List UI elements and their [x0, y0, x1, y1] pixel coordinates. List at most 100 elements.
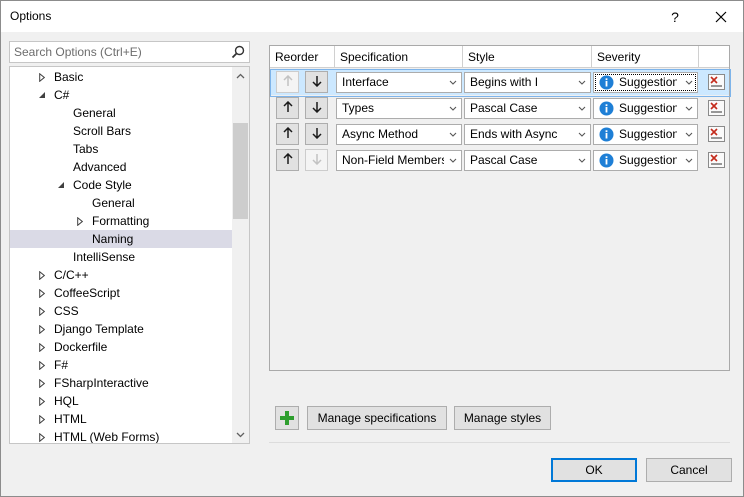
- cancel-button[interactable]: Cancel: [646, 458, 732, 482]
- delete-rule-icon[interactable]: [708, 100, 725, 116]
- move-up-button[interactable]: [276, 149, 299, 171]
- style-select[interactable]: Pascal Case: [464, 98, 591, 119]
- tree-item[interactable]: Code Style: [10, 176, 232, 194]
- move-up-button[interactable]: [276, 71, 299, 93]
- tree-item[interactable]: CSS: [10, 302, 232, 320]
- tree-scrollbar[interactable]: [232, 67, 249, 443]
- severity-select[interactable]: Suggestion: [593, 98, 698, 119]
- column-header-reorder: Reorder: [270, 46, 335, 68]
- table-row[interactable]: Interface Begins with I Suggestion: [270, 69, 731, 97]
- style-select[interactable]: Pascal Case: [464, 150, 591, 171]
- info-icon: [599, 101, 614, 116]
- tree-item[interactable]: HTML: [10, 410, 232, 428]
- expand-arrow-icon[interactable]: [36, 410, 48, 428]
- close-button[interactable]: [699, 1, 743, 32]
- style-select[interactable]: Begins with I: [464, 72, 591, 93]
- delete-rule-icon[interactable]: [708, 152, 725, 168]
- tree-item[interactable]: CoffeeScript: [10, 284, 232, 302]
- tree-item-label: Tabs: [73, 142, 99, 156]
- expand-arrow-icon[interactable]: [74, 212, 86, 230]
- specification-select[interactable]: Non-Field Members: [336, 150, 462, 171]
- collapse-arrow-icon[interactable]: [55, 176, 67, 194]
- tree-item[interactable]: Basic: [10, 68, 232, 86]
- help-button[interactable]: ?: [653, 1, 697, 32]
- tree-item[interactable]: HQL: [10, 392, 232, 410]
- style-value: Begins with I: [470, 75, 539, 89]
- tree-item[interactable]: C#: [10, 86, 232, 104]
- specification-select[interactable]: Interface: [336, 72, 462, 93]
- tree-item[interactable]: Tabs: [10, 140, 232, 158]
- collapse-arrow-icon[interactable]: [36, 86, 48, 104]
- tree-item-label: HTML: [54, 412, 87, 426]
- tree-item-label: IntelliSense: [73, 250, 136, 264]
- tree-item[interactable]: F#: [10, 356, 232, 374]
- expand-arrow-icon[interactable]: [36, 302, 48, 320]
- tree-item[interactable]: C/C++: [10, 266, 232, 284]
- scroll-down-button[interactable]: [232, 426, 249, 443]
- tree-item-label: Naming: [92, 232, 134, 246]
- table-row[interactable]: Async Method Ends with Async Suggestion: [270, 121, 729, 147]
- column-header-specification: Specification: [335, 46, 463, 68]
- manage-specifications-button[interactable]: Manage specifications: [307, 406, 447, 430]
- severity-select[interactable]: Suggestion: [593, 72, 698, 93]
- chevron-down-icon: [684, 99, 693, 118]
- footer-divider: [269, 442, 730, 443]
- ok-button[interactable]: OK: [551, 458, 637, 482]
- tree-item[interactable]: Django Template: [10, 320, 232, 338]
- tree-item[interactable]: Naming: [10, 230, 232, 248]
- tree-item[interactable]: Dockerfile: [10, 338, 232, 356]
- expand-arrow-icon[interactable]: [36, 320, 48, 338]
- arrow-up-icon: [282, 126, 293, 142]
- specification-select[interactable]: Types: [336, 98, 462, 119]
- move-down-button[interactable]: [305, 97, 328, 119]
- tree-item-label: CSS: [54, 304, 79, 318]
- tree-item[interactable]: IntelliSense: [10, 248, 232, 266]
- move-down-button[interactable]: [305, 123, 328, 145]
- expand-arrow-icon[interactable]: [36, 428, 48, 443]
- scroll-up-button[interactable]: [232, 67, 249, 84]
- scroll-thumb[interactable]: [233, 123, 248, 219]
- manage-styles-button[interactable]: Manage styles: [454, 406, 551, 430]
- chevron-down-icon: [684, 151, 693, 170]
- tree-item[interactable]: Scroll Bars: [10, 122, 232, 140]
- delete-rule-icon[interactable]: [708, 74, 725, 90]
- tree-item-label: Code Style: [73, 178, 132, 192]
- expand-arrow-icon[interactable]: [36, 374, 48, 392]
- tree-item[interactable]: Formatting: [10, 212, 232, 230]
- move-up-button[interactable]: [276, 97, 299, 119]
- delete-rule-icon[interactable]: [708, 126, 725, 142]
- tree-item-label: General: [92, 196, 135, 210]
- table-row[interactable]: Types Pascal Case Suggestion: [270, 95, 729, 121]
- expand-arrow-icon[interactable]: [36, 392, 48, 410]
- specification-value: Non-Field Members: [342, 153, 444, 167]
- tree-item[interactable]: General: [10, 194, 232, 212]
- search-icon[interactable]: [231, 45, 245, 59]
- severity-select[interactable]: Suggestion: [593, 124, 698, 145]
- table-row[interactable]: Non-Field Members Pascal Case Suggestion: [270, 147, 729, 173]
- expand-arrow-icon[interactable]: [36, 68, 48, 86]
- search-input[interactable]: [10, 42, 230, 62]
- specification-select[interactable]: Async Method: [336, 124, 462, 145]
- plus-icon: [280, 411, 294, 425]
- chevron-down-icon: [577, 151, 586, 170]
- style-value: Pascal Case: [470, 101, 538, 115]
- severity-value: Suggestion: [619, 153, 677, 167]
- move-up-button[interactable]: [276, 123, 299, 145]
- expand-arrow-icon[interactable]: [36, 266, 48, 284]
- tree-item-label: C#: [54, 88, 70, 102]
- move-down-button[interactable]: [305, 71, 328, 93]
- move-down-button[interactable]: [305, 149, 328, 171]
- add-rule-button[interactable]: [275, 406, 299, 430]
- tree-item[interactable]: General: [10, 104, 232, 122]
- arrow-up-icon: [282, 74, 293, 90]
- column-header-style: Style: [463, 46, 592, 68]
- tree-item[interactable]: FSharpInteractive: [10, 374, 232, 392]
- style-select[interactable]: Ends with Async: [464, 124, 591, 145]
- expand-arrow-icon[interactable]: [36, 338, 48, 356]
- expand-arrow-icon[interactable]: [36, 356, 48, 374]
- tree-item[interactable]: Advanced: [10, 158, 232, 176]
- tree-item[interactable]: HTML (Web Forms): [10, 428, 232, 443]
- chevron-down-icon: [684, 125, 693, 144]
- severity-select[interactable]: Suggestion: [593, 150, 698, 171]
- expand-arrow-icon[interactable]: [36, 284, 48, 302]
